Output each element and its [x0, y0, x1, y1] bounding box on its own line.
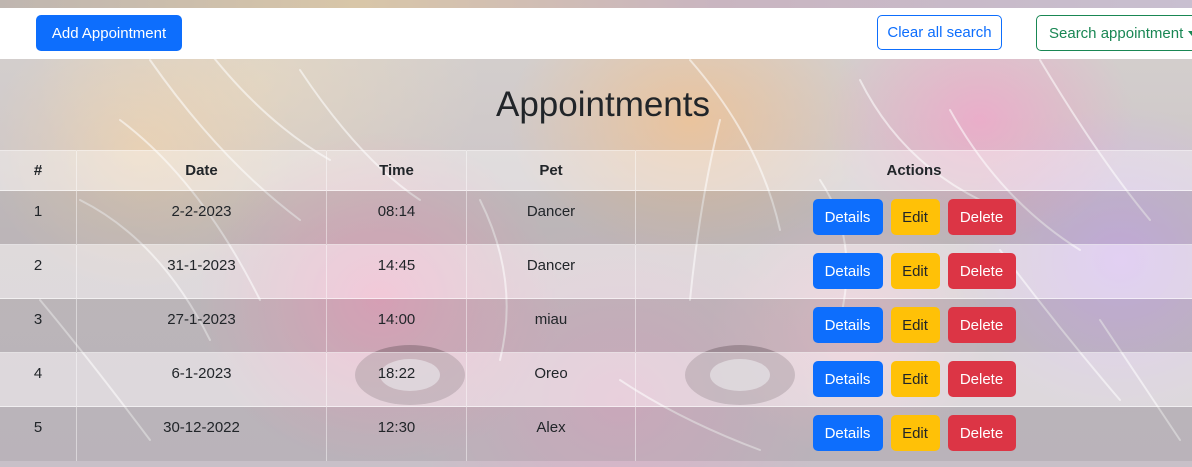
- cell-pet: Dancer: [466, 190, 636, 245]
- delete-button[interactable]: Delete: [947, 199, 1016, 235]
- table-row: 2 31-1-2023 14:45 Dancer Details Edit De…: [0, 244, 1192, 299]
- page-title: Appointments: [495, 85, 711, 124]
- delete-button[interactable]: Delete: [947, 361, 1016, 397]
- cell-date: 6-1-2023: [76, 352, 327, 407]
- cell-actions: Details Edit Delete: [636, 299, 1192, 353]
- cell-time: 08:14: [326, 190, 467, 245]
- appointments-table: # Date Time Pet Actions 1 2-2-2023 08:14…: [0, 150, 1192, 461]
- header-pet: Pet: [466, 150, 636, 191]
- edit-button[interactable]: Edit: [890, 415, 940, 451]
- table-row: 1 2-2-2023 08:14 Dancer Details Edit Del…: [0, 190, 1192, 245]
- add-appointment-button[interactable]: Add Appointment: [36, 15, 182, 51]
- top-strip: [0, 0, 1192, 8]
- cell-date: 31-1-2023: [76, 244, 327, 299]
- cell-pet: Alex: [466, 406, 636, 461]
- cell-actions: Details Edit Delete: [636, 191, 1192, 245]
- cell-time: 14:00: [326, 298, 467, 353]
- cell-pet: miau: [466, 298, 636, 353]
- table-row: 5 30-12-2022 12:30 Alex Details Edit Del…: [0, 406, 1192, 461]
- cell-number: 4: [0, 352, 77, 407]
- table-row: 3 27-1-2023 14:00 miau Details Edit Dele…: [0, 298, 1192, 353]
- delete-button[interactable]: Delete: [947, 307, 1016, 343]
- table-row: 4 6-1-2023 18:22 Oreo Details Edit Delet…: [0, 352, 1192, 407]
- cell-number: 1: [0, 190, 77, 245]
- cell-date: 2-2-2023: [76, 190, 327, 245]
- caret-down-icon: [1188, 30, 1192, 36]
- cell-actions: Details Edit Delete: [636, 407, 1192, 461]
- cell-time: 18:22: [326, 352, 467, 407]
- edit-button[interactable]: Edit: [890, 199, 940, 235]
- cell-date: 27-1-2023: [76, 298, 327, 353]
- clear-all-search-button[interactable]: Clear all search: [877, 15, 1002, 50]
- cell-date: 30-12-2022: [76, 406, 327, 461]
- cell-time: 14:45: [326, 244, 467, 299]
- cell-pet: Oreo: [466, 352, 636, 407]
- cell-number: 5: [0, 406, 77, 461]
- header-time: Time: [326, 150, 467, 191]
- cell-actions: Details Edit Delete: [636, 353, 1192, 407]
- header-actions: Actions: [886, 162, 942, 179]
- cell-pet: Dancer: [466, 244, 636, 299]
- delete-button[interactable]: Delete: [947, 415, 1016, 451]
- delete-button[interactable]: Delete: [947, 253, 1016, 289]
- top-navbar: Add Appointment Clear all search Search …: [0, 8, 1192, 59]
- table-header-row: # Date Time Pet Actions: [0, 150, 1192, 191]
- details-button[interactable]: Details: [812, 253, 883, 289]
- cell-actions: Details Edit Delete: [636, 245, 1192, 299]
- cell-number: 2: [0, 244, 77, 299]
- details-button[interactable]: Details: [812, 361, 883, 397]
- edit-button[interactable]: Edit: [890, 307, 940, 343]
- cell-time: 12:30: [326, 406, 467, 461]
- details-button[interactable]: Details: [812, 307, 883, 343]
- header-number: #: [0, 150, 77, 191]
- details-button[interactable]: Details: [812, 415, 883, 451]
- search-appointment-dropdown[interactable]: Search appointment: [1036, 15, 1192, 51]
- edit-button[interactable]: Edit: [890, 253, 940, 289]
- header-date: Date: [76, 150, 327, 191]
- search-appointment-label: Search appointment: [1049, 24, 1184, 42]
- details-button[interactable]: Details: [812, 199, 883, 235]
- edit-button[interactable]: Edit: [890, 361, 940, 397]
- cell-number: 3: [0, 298, 77, 353]
